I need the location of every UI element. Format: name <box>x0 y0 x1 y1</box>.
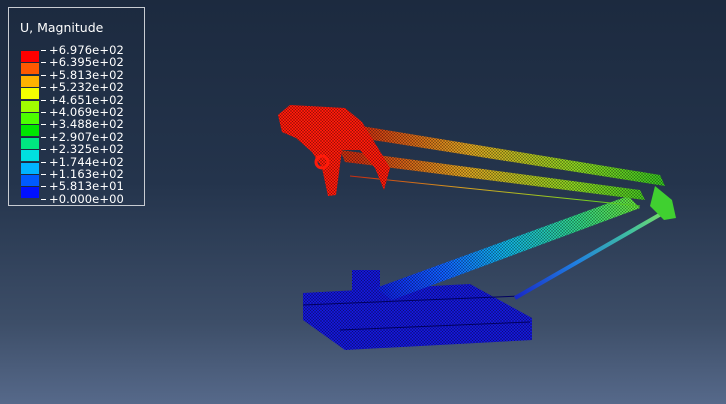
legend-tick <box>41 161 46 163</box>
legend-tick <box>41 136 46 138</box>
legend-swatch <box>21 50 39 62</box>
legend-value: +1.163e+02 <box>49 167 124 181</box>
upper-arm <box>340 125 665 207</box>
legend-swatch <box>21 87 39 100</box>
legend-value: +6.976e+02 <box>49 43 124 57</box>
legend-tick <box>41 112 46 113</box>
legend-value: +5.813e+02 <box>49 67 124 82</box>
legend-value: +2.325e+02 <box>49 142 124 157</box>
contour-legend[interactable]: U, Magnitude +6.976e+02 +6.395e+02 +5.813e… <box>8 7 145 206</box>
legend-value: +1.744e+02 <box>49 154 124 169</box>
legend-tick <box>41 149 46 151</box>
legend-swatch <box>21 161 39 174</box>
tip-joint <box>650 186 676 220</box>
legend-swatch <box>21 74 39 87</box>
legend-tick <box>41 124 46 126</box>
legend-swatch <box>21 186 39 199</box>
legend-tick <box>41 87 46 89</box>
legend-tick <box>41 186 46 188</box>
legend-tick <box>41 174 46 175</box>
legend-swatch <box>21 99 39 112</box>
legend-value: +6.395e+02 <box>49 55 124 70</box>
legend-swatch <box>21 124 39 137</box>
legend-value: +4.651e+02 <box>49 92 124 107</box>
legend-value: +5.232e+02 <box>49 80 124 95</box>
legend-tick <box>41 50 46 51</box>
legend-value: +3.488e+02 <box>49 117 124 132</box>
legend-value: +5.813e+01 <box>49 179 124 194</box>
legend-tick <box>41 198 46 200</box>
legend-swatch <box>21 112 39 124</box>
legend-value: +0.000e+00 <box>49 191 124 206</box>
legend-swatch <box>21 149 39 162</box>
legend-value: +2.907e+02 <box>49 129 124 144</box>
legend-title: U, Magnitude <box>20 20 104 35</box>
legend-tick <box>41 62 46 64</box>
legend-swatch <box>21 174 39 186</box>
legend-value: +4.069e+02 <box>49 105 124 119</box>
legend-swatch <box>21 136 39 149</box>
legend-swatch <box>21 62 39 75</box>
legend-tick <box>41 99 46 101</box>
legend-tick <box>41 74 46 76</box>
head-frame <box>278 105 390 196</box>
